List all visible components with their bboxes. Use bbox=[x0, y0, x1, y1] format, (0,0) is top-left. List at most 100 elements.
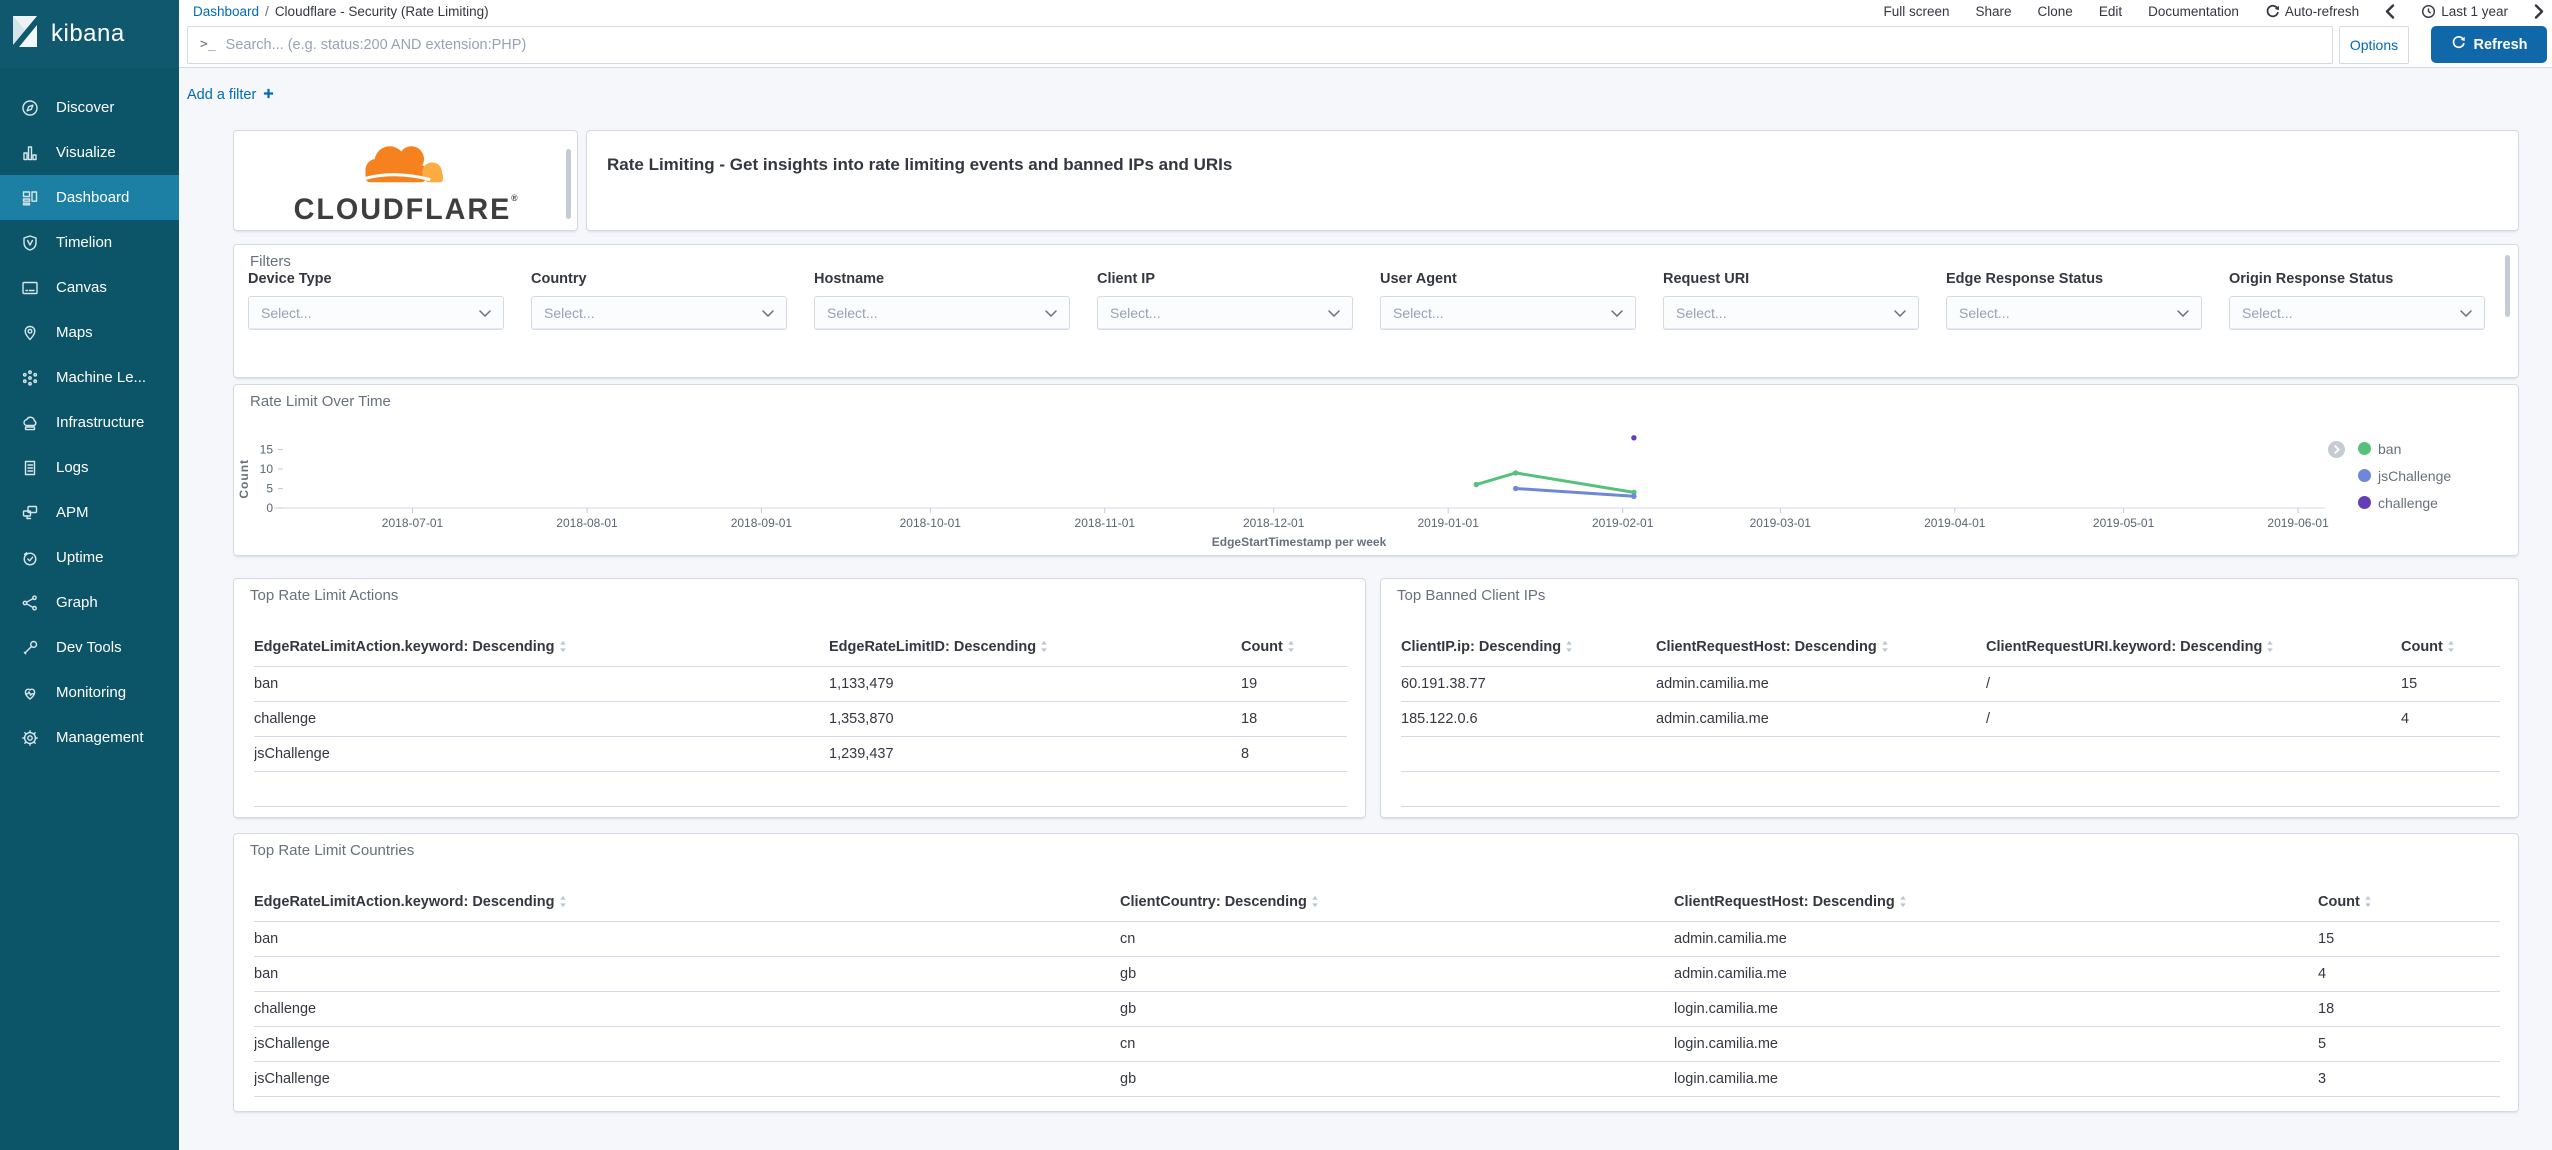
panel-title: Filters bbox=[250, 253, 291, 270]
column-header[interactable]: ClientRequestHost: Descending bbox=[1656, 631, 1986, 667]
column-header[interactable]: ClientIP.ip: Descending bbox=[1401, 631, 1656, 667]
legend-item-jsChallenge[interactable]: jsChallenge bbox=[2358, 462, 2451, 489]
kibana-home-link[interactable]: kibana bbox=[0, 0, 179, 68]
time-prev-button[interactable] bbox=[2385, 3, 2395, 19]
sidebar-item-graph[interactable]: Graph bbox=[0, 580, 179, 625]
topnav-full-screen-button[interactable]: Full screen bbox=[1883, 4, 1949, 19]
column-header[interactable]: Count bbox=[2318, 886, 2500, 922]
select-placeholder: Select... bbox=[1393, 305, 1444, 321]
filter-select-country[interactable]: Select... bbox=[531, 296, 787, 330]
sidebar-item-label: APM bbox=[56, 504, 89, 521]
sidebar-item-uptime[interactable]: Uptime bbox=[0, 535, 179, 580]
sidebar-item-visualize[interactable]: Visualize bbox=[0, 130, 179, 175]
svg-text:2018-11-01: 2018-11-01 bbox=[1075, 516, 1136, 530]
query-bar: >_ Options Refresh bbox=[179, 22, 2552, 68]
breadcrumb-current: Cloudflare - Security (Rate Limiting) bbox=[274, 3, 489, 19]
table-cell: 4 bbox=[2401, 701, 2500, 737]
table-cell: 15 bbox=[2318, 921, 2500, 957]
filter-select-client-ip[interactable]: Select... bbox=[1097, 296, 1353, 330]
filter-select-edge-response-status[interactable]: Select... bbox=[1946, 296, 2202, 330]
time-next-button[interactable] bbox=[2534, 3, 2544, 19]
sort-icon bbox=[1565, 640, 1573, 657]
panel-scrollbar[interactable] bbox=[566, 149, 571, 219]
topnav-edit-button[interactable]: Edit bbox=[2099, 4, 2122, 19]
clock-icon bbox=[2421, 4, 2436, 19]
legend-toggle-icon[interactable] bbox=[2328, 441, 2345, 458]
filter-select-device-type[interactable]: Select... bbox=[248, 296, 504, 330]
sidebar-item-dev-tools[interactable]: Dev Tools bbox=[0, 625, 179, 670]
filter-select-request-uri[interactable]: Select... bbox=[1663, 296, 1919, 330]
panel-scrollbar[interactable] bbox=[2505, 255, 2510, 317]
cloudflare-logo: CLOUDFLARE® bbox=[234, 131, 577, 230]
sidebar-item-logs[interactable]: Logs bbox=[0, 445, 179, 490]
sidebar-item-management[interactable]: Management bbox=[0, 715, 179, 760]
column-header[interactable]: ClientRequestURI.keyword: Descending bbox=[1986, 631, 2401, 667]
add-filter-label: Add a filter bbox=[187, 87, 257, 103]
table-row: challenge 1,353,870 18 bbox=[254, 701, 1347, 737]
sidebar-item-canvas[interactable]: Canvas bbox=[0, 265, 179, 310]
sidebar-item-label: Timelion bbox=[56, 234, 113, 251]
legend-label: ban bbox=[2378, 440, 2402, 457]
filter-select-user-agent[interactable]: Select... bbox=[1380, 296, 1636, 330]
sidebar-item-label: Canvas bbox=[56, 279, 107, 296]
column-header[interactable]: ClientCountry: Descending bbox=[1120, 886, 1674, 922]
sidebar-item-infrastructure[interactable]: Infrastructure bbox=[0, 400, 179, 445]
kibana-dashboard-app: kibana Discover Visualize Dashboard Timelio… bbox=[0, 0, 2552, 1150]
legend-color-dot bbox=[2358, 442, 2371, 455]
legend-item-ban[interactable]: ban bbox=[2358, 435, 2451, 462]
filter-select-hostname[interactable]: Select... bbox=[814, 296, 1070, 330]
table-cell: jsChallenge bbox=[254, 1026, 1120, 1062]
sidebar-nav: Discover Visualize Dashboard Timelion Canvas… bbox=[0, 85, 179, 760]
chart-legend: ban jsChallenge challenge bbox=[2358, 435, 2451, 516]
column-header[interactable]: EdgeRateLimitID: Descending bbox=[829, 631, 1241, 667]
time-range-button[interactable]: Last 1 year bbox=[2421, 4, 2508, 19]
breadcrumb-dashboard-link[interactable]: Dashboard bbox=[193, 4, 259, 19]
svg-text:2019-03-01: 2019-03-01 bbox=[1750, 516, 1812, 530]
sidebar-item-monitoring[interactable]: Monitoring bbox=[0, 670, 179, 715]
sidebar-item-apm[interactable]: APM bbox=[0, 490, 179, 535]
column-header[interactable]: EdgeRateLimitAction.keyword: Descending bbox=[254, 886, 1120, 922]
sidebar-item-discover[interactable]: Discover bbox=[0, 85, 179, 130]
add-filter-button[interactable]: Add a filter bbox=[187, 86, 274, 104]
legend-color-dot bbox=[2358, 496, 2371, 509]
column-header[interactable]: ClientRequestHost: Descending bbox=[1674, 886, 2318, 922]
select-placeholder: Select... bbox=[1959, 305, 2010, 321]
sidebar: kibana Discover Visualize Dashboard Timelio… bbox=[0, 0, 179, 1150]
refresh-button[interactable]: Refresh bbox=[2431, 26, 2547, 63]
search-input[interactable] bbox=[225, 36, 2320, 53]
table-cell: login.camilia.me bbox=[1674, 1026, 2318, 1062]
select-placeholder: Select... bbox=[261, 305, 312, 321]
filter-label-request-uri: Request URI bbox=[1663, 271, 1750, 287]
column-header[interactable]: EdgeRateLimitAction.keyword: Descending bbox=[254, 631, 829, 667]
column-header[interactable]: Count bbox=[1241, 631, 1347, 667]
table-cell: / bbox=[1986, 701, 2401, 737]
kibana-wordmark: kibana bbox=[51, 20, 125, 47]
column-header[interactable]: Count bbox=[2401, 631, 2500, 667]
topnav-clone-button[interactable]: Clone bbox=[2038, 4, 2073, 19]
search-box: >_ bbox=[187, 25, 2333, 64]
svg-text:Count: Count bbox=[237, 459, 251, 499]
sidebar-item-label: Monitoring bbox=[56, 684, 127, 701]
sidebar-item-maps[interactable]: Maps bbox=[0, 310, 179, 355]
topnav-documentation-button[interactable]: Documentation bbox=[2148, 4, 2239, 19]
breadcrumb-bar: Dashboard / Cloudflare - Security (Rate … bbox=[179, 0, 2552, 22]
auto-refresh-button[interactable]: Auto-refresh bbox=[2265, 4, 2359, 19]
legend-item-challenge[interactable]: challenge bbox=[2358, 489, 2451, 516]
sidebar-item-dashboard[interactable]: Dashboard bbox=[0, 175, 179, 220]
options-button[interactable]: Options bbox=[2339, 25, 2409, 64]
legend-label: jsChallenge bbox=[2378, 467, 2452, 484]
table-row: ban gb admin.camilia.me 4 bbox=[254, 956, 2500, 992]
table-cell: cn bbox=[1120, 921, 1674, 957]
table-cell: admin.camilia.me bbox=[1656, 701, 1986, 737]
chevron-left-icon bbox=[2385, 3, 2395, 19]
topnav-share-button[interactable]: Share bbox=[1976, 4, 2012, 19]
sidebar-item-machine-le[interactable]: Machine Le... bbox=[0, 355, 179, 400]
table-cell: admin.camilia.me bbox=[1674, 956, 2318, 992]
table-cell: 1,353,870 bbox=[829, 701, 1241, 737]
svg-text:15: 15 bbox=[260, 443, 274, 457]
chevron-down-icon bbox=[479, 304, 491, 322]
sidebar-item-timelion[interactable]: Timelion bbox=[0, 220, 179, 265]
table-cell: 1,133,479 bbox=[829, 666, 1241, 702]
table-cell: jsChallenge bbox=[254, 736, 829, 772]
filter-select-origin-response-status[interactable]: Select... bbox=[2229, 296, 2485, 330]
